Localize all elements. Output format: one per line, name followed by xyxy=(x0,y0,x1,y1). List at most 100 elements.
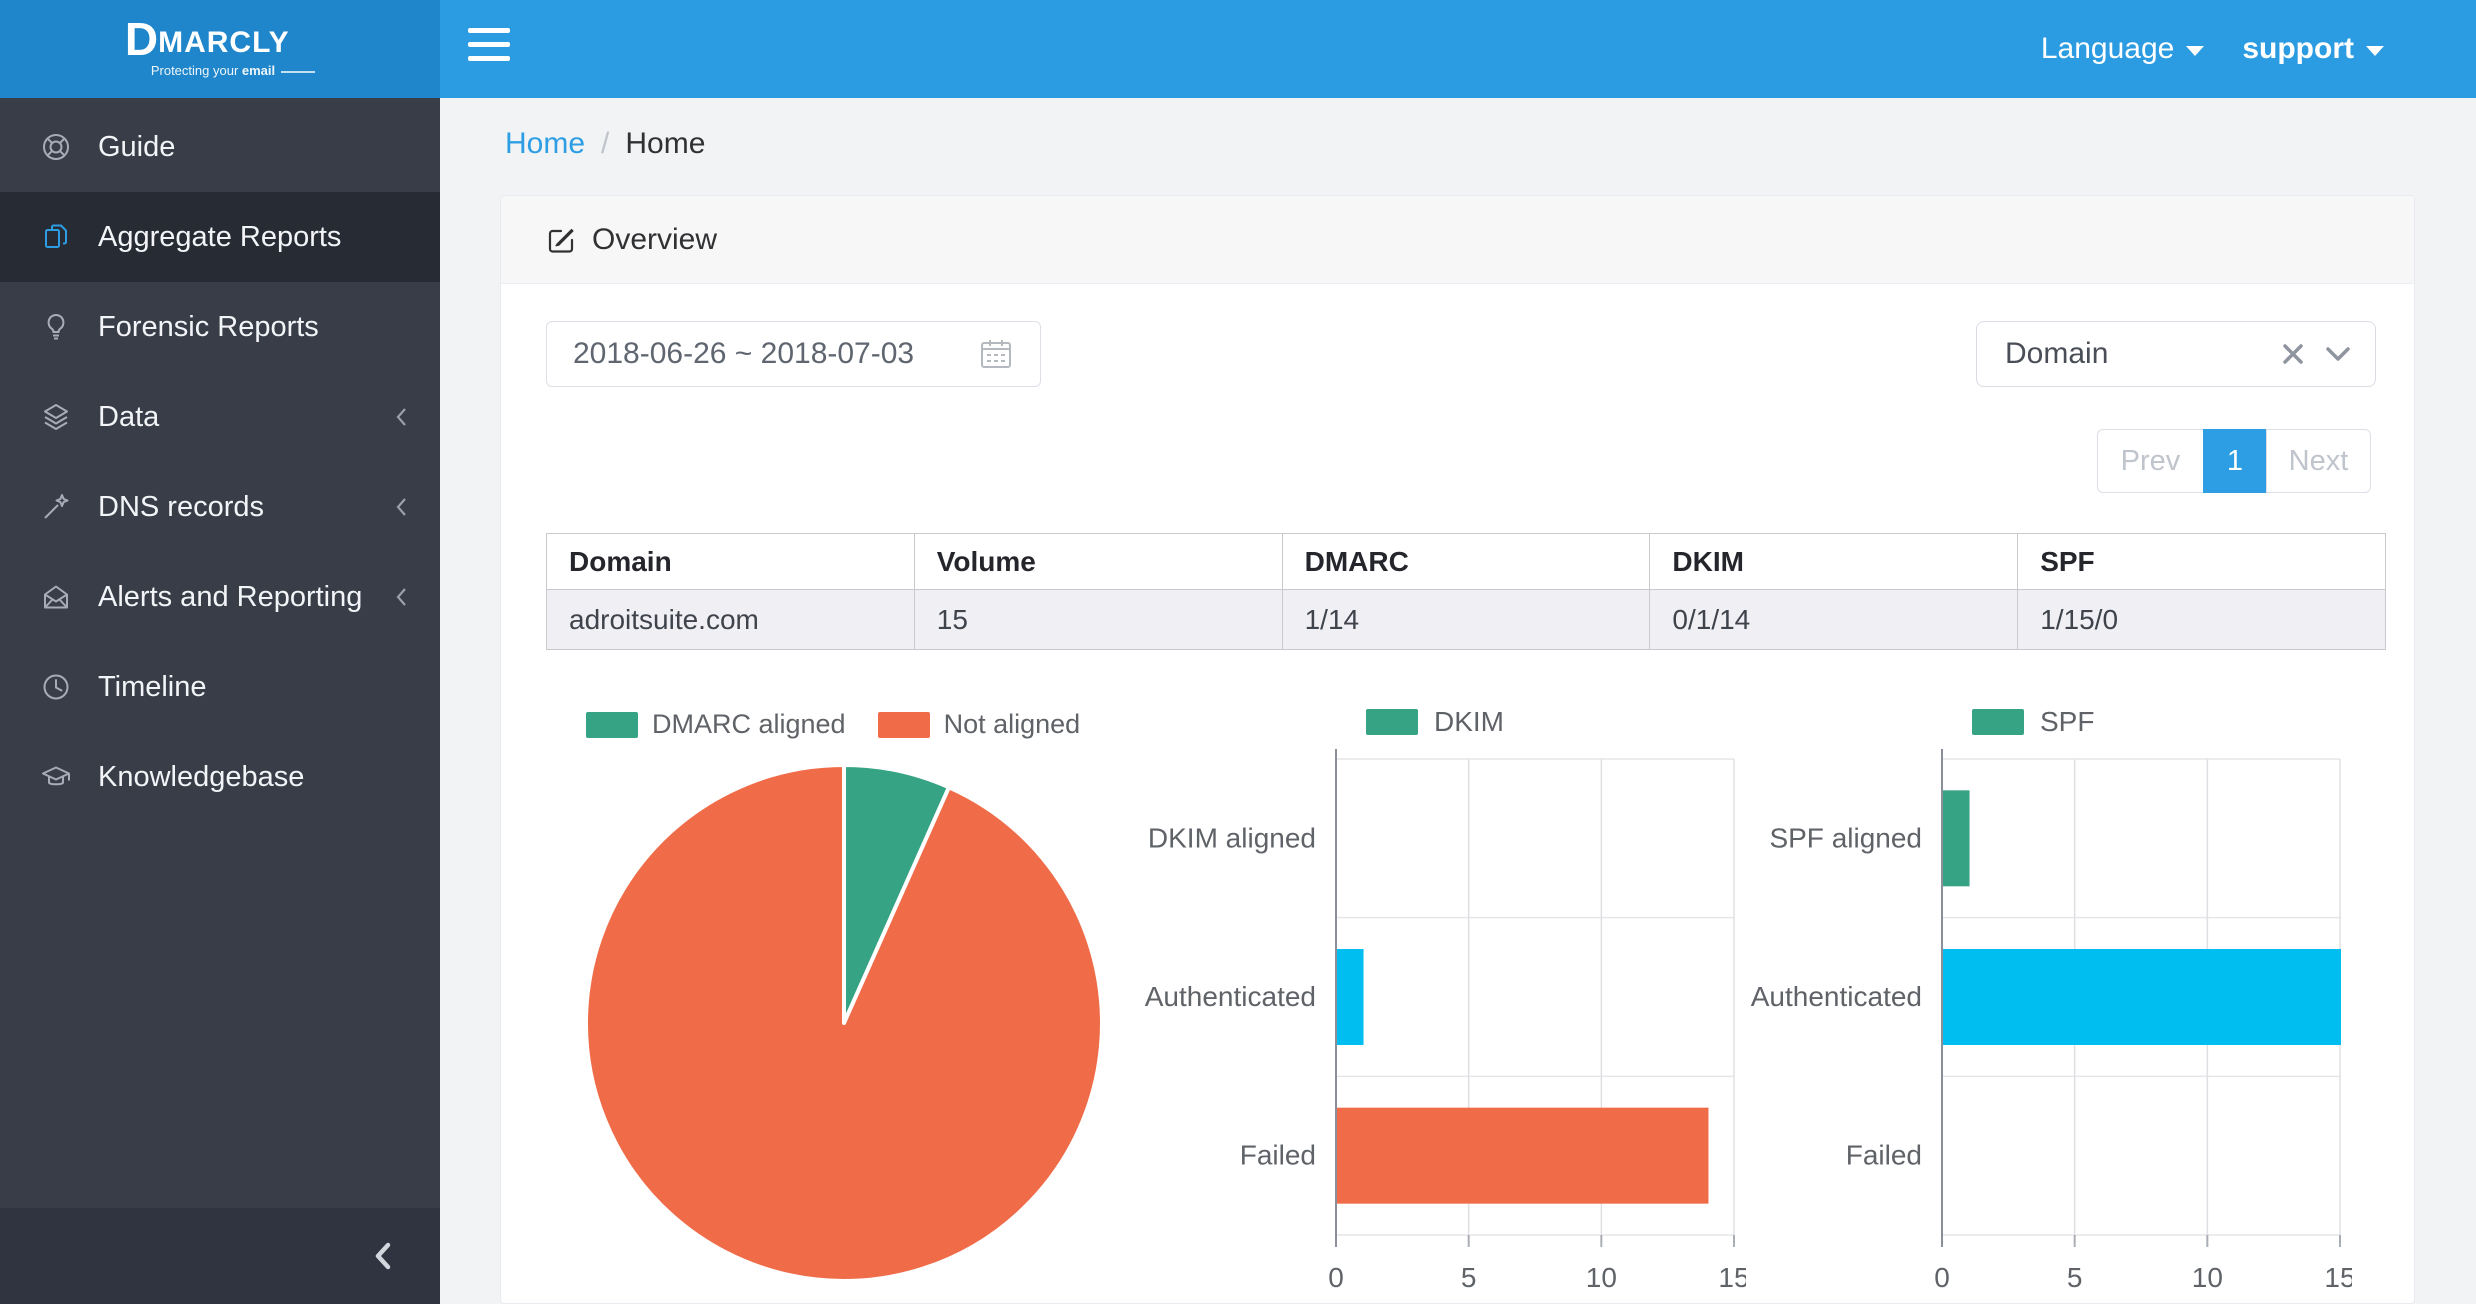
dkim-bar-chart: 051015DKIM alignedAuthenticatedFailedDKI… xyxy=(1046,701,1746,1304)
category-label: Authenticated xyxy=(1751,981,1922,1012)
sidebar-item-alerts-and-reporting[interactable]: Alerts and Reporting xyxy=(0,552,440,642)
overview-panel: Overview 2018-06-26 ~ 2018-07-03 Domain xyxy=(500,195,2415,1304)
x-tick-label: 0 xyxy=(1934,1262,1950,1293)
sidebar-item-label: DNS records xyxy=(98,491,264,524)
legend-entry[interactable]: DMARC aligned xyxy=(586,709,846,740)
spf-bar-chart: 051015SPF alignedAuthenticatedFailedSPF xyxy=(1652,701,2352,1304)
sidebar-item-label: Alerts and Reporting xyxy=(98,581,362,614)
category-label: SPF aligned xyxy=(1769,822,1922,853)
sidebar-item-label: Guide xyxy=(98,131,175,164)
date-range-input[interactable]: 2018-06-26 ~ 2018-07-03 xyxy=(546,321,1041,387)
breadcrumb-current: Home xyxy=(625,127,705,161)
overview-panel-body: 2018-06-26 ~ 2018-07-03 Domain xyxy=(501,284,2414,1304)
pagination-next-button[interactable]: Next xyxy=(2266,429,2371,493)
category-label: Failed xyxy=(1240,1140,1316,1171)
hamburger-menu-icon[interactable] xyxy=(468,28,512,70)
magic-wand-icon xyxy=(40,491,72,523)
x-tick-label: 15 xyxy=(2324,1262,2352,1293)
chevron-left-icon xyxy=(394,496,410,518)
brand-name: MARCLY xyxy=(158,28,290,58)
pagination-page-1-button[interactable]: 1 xyxy=(2203,429,2267,493)
sidebar-item-guide[interactable]: Guide xyxy=(0,102,440,192)
clock-icon xyxy=(40,671,72,703)
dmarc-pie-chart xyxy=(584,758,1104,1286)
calendar-icon xyxy=(978,336,1014,372)
sidebar-item-aggregate-reports[interactable]: Aggregate Reports xyxy=(0,192,440,282)
pie-slice xyxy=(586,765,1102,1281)
sidebar-item-label: Data xyxy=(98,401,159,434)
chevron-left-icon xyxy=(372,1241,394,1271)
legend-label: DKIM xyxy=(1434,706,1504,737)
caret-down-icon xyxy=(2366,46,2384,56)
graduation-cap-icon xyxy=(40,761,72,793)
sidebar: Guide Aggregate Reports Forensic Reports xyxy=(0,98,440,1304)
brand-shield-d-icon: D xyxy=(125,21,156,59)
col-header-spf: SPF xyxy=(2018,534,2386,590)
pagination: Prev 1 Next xyxy=(2097,429,2371,493)
brand-block: D MARCLY Protecting your email xyxy=(0,0,440,98)
cell-dkim: 0/1/14 xyxy=(1650,590,2018,650)
user-label: support xyxy=(2242,32,2354,66)
sidebar-collapse-button[interactable] xyxy=(0,1208,440,1304)
domain-summary-table: Domain Volume DMARC DKIM SPF adroitsuite… xyxy=(546,533,2386,650)
clear-x-icon[interactable] xyxy=(2281,342,2305,366)
category-label: Authenticated xyxy=(1145,981,1316,1012)
lightbulb-icon xyxy=(40,311,72,343)
category-label: Failed xyxy=(1846,1140,1922,1171)
legend-label: DMARC aligned xyxy=(652,709,846,740)
brand-logo[interactable]: D MARCLY Protecting your email xyxy=(125,21,315,78)
tagline-dash xyxy=(281,71,315,73)
bar xyxy=(1943,949,2341,1045)
layers-icon xyxy=(40,401,72,433)
col-header-volume: Volume xyxy=(914,534,1282,590)
sidebar-item-forensic-reports[interactable]: Forensic Reports xyxy=(0,282,440,372)
chevron-left-icon xyxy=(394,406,410,428)
x-tick-label: 5 xyxy=(1461,1262,1477,1293)
overview-panel-header: Overview xyxy=(501,196,2414,284)
life-ring-icon xyxy=(40,131,72,163)
table-header-row: Domain Volume DMARC DKIM SPF xyxy=(547,534,2386,590)
cell-volume: 15 xyxy=(914,590,1282,650)
pagination-prev-button[interactable]: Prev xyxy=(2097,429,2204,493)
main-content: Home / Home Overview 2018-06-26 ~ 2018-0… xyxy=(440,98,2476,1304)
topbar: D MARCLY Protecting your email Language … xyxy=(0,0,2476,98)
sidebar-item-label: Aggregate Reports xyxy=(98,221,341,254)
legend-swatch xyxy=(586,712,638,738)
legend-swatch xyxy=(1366,709,1418,735)
legend-swatch xyxy=(878,712,930,738)
x-tick-label: 0 xyxy=(1328,1262,1344,1293)
brand-tagline: Protecting your email xyxy=(151,64,315,77)
sidebar-item-label: Timeline xyxy=(98,671,207,704)
domain-select[interactable]: Domain xyxy=(1976,321,2376,387)
sidebar-item-label: Forensic Reports xyxy=(98,311,319,344)
sidebar-item-data[interactable]: Data xyxy=(0,372,440,462)
chevron-down-icon[interactable] xyxy=(2325,346,2351,362)
table-row: adroitsuite.com 15 1/14 0/1/14 1/15/0 xyxy=(547,590,2386,650)
breadcrumb-home-link[interactable]: Home xyxy=(505,127,585,161)
sidebar-item-dns-records[interactable]: DNS records xyxy=(0,462,440,552)
language-label: Language xyxy=(2041,32,2174,66)
x-tick-label: 5 xyxy=(2067,1262,2083,1293)
legend-swatch xyxy=(1972,709,2024,735)
caret-down-icon xyxy=(2186,46,2204,56)
col-header-dkim: DKIM xyxy=(1650,534,2018,590)
sidebar-item-timeline[interactable]: Timeline xyxy=(0,642,440,732)
breadcrumb-separator: / xyxy=(601,127,609,161)
language-dropdown[interactable]: Language xyxy=(2041,32,2204,66)
sidebar-item-label: Knowledgebase xyxy=(98,761,304,794)
topbar-right: Language support xyxy=(2041,0,2384,98)
pie-legend: DMARC alignedNot aligned xyxy=(586,709,1080,740)
app-window: D MARCLY Protecting your email Language … xyxy=(0,0,2476,1304)
col-header-domain: Domain xyxy=(547,534,915,590)
cell-spf: 1/15/0 xyxy=(2018,590,2386,650)
user-dropdown[interactable]: support xyxy=(2242,32,2384,66)
bar xyxy=(1943,790,1970,886)
domain-select-value: Domain xyxy=(2005,337,2281,371)
x-tick-label: 10 xyxy=(1586,1262,1617,1293)
x-tick-label: 10 xyxy=(2192,1262,2223,1293)
category-label: DKIM aligned xyxy=(1148,822,1316,853)
date-range-value: 2018-06-26 ~ 2018-07-03 xyxy=(573,337,978,371)
cell-dmarc: 1/14 xyxy=(1282,590,1650,650)
sidebar-item-knowledgebase[interactable]: Knowledgebase xyxy=(0,732,440,822)
chevron-left-icon xyxy=(394,586,410,608)
